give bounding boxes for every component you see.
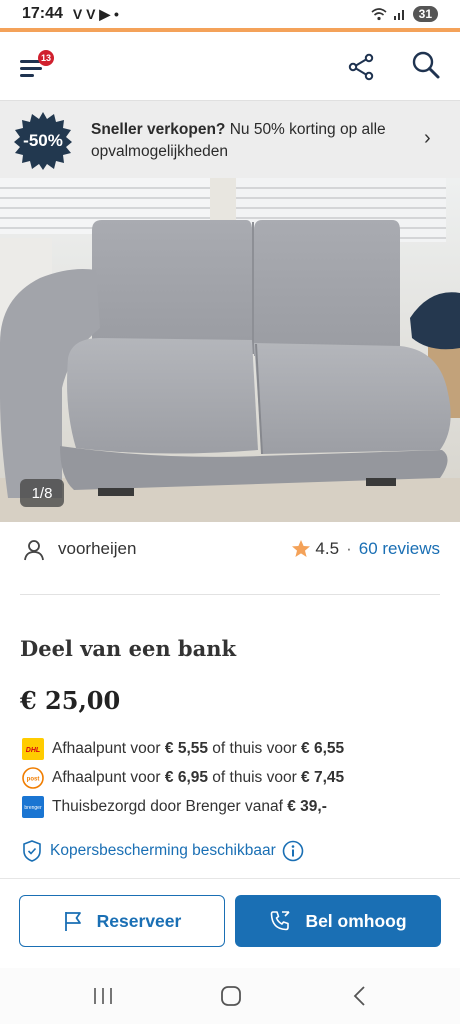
svg-text:brenger: brenger	[24, 805, 42, 811]
user-icon	[24, 540, 44, 561]
discount-badge-label: -50%	[23, 131, 63, 150]
shipping-text: Thuisbezorgd door Brenger vanaf € 39,-	[52, 798, 327, 816]
reserve-button[interactable]: Reserveer	[19, 895, 225, 947]
shipping-option-brenger: brenger Thuisbezorgd door Brenger vanaf …	[22, 794, 452, 820]
shipping-pre: Afhaalpunt voor	[52, 769, 165, 786]
divider	[0, 878, 460, 879]
wifi-icon	[371, 8, 387, 21]
photo-counter: 1/8	[20, 479, 64, 507]
shipping-option-postnl: post Afhaalpunt voor € 6,95 of thuis voo…	[22, 765, 452, 791]
brenger-icon: brenger	[22, 796, 44, 818]
reviews-link[interactable]: 60 reviews	[359, 539, 440, 559]
star-icon	[292, 540, 311, 557]
svg-text:post: post	[27, 777, 40, 783]
promo-text: Sneller verkopen? Nu 50% korting op alle…	[91, 119, 411, 163]
seller-row[interactable]: voorheijen 4.5 · 60 reviews	[0, 530, 460, 572]
shipping-text: Afhaalpunt voor € 6,95 of thuis voor € 7…	[52, 769, 344, 787]
shipping-mid: of thuis voor	[208, 740, 302, 757]
product-photo[interactable]	[0, 178, 460, 522]
shipping-price-pickup: € 6,95	[164, 769, 208, 786]
notification-icons: V V ▶ •	[72, 5, 119, 22]
notification-badge: 13	[38, 50, 54, 66]
recent-apps-icon[interactable]	[92, 986, 114, 1006]
menu-icon-bar	[20, 74, 34, 77]
system-nav-bar	[0, 968, 460, 1024]
status-time: 17:44	[22, 5, 63, 22]
listing-price: € 25,00	[20, 686, 121, 715]
promo-bold: Sneller verkopen?	[91, 121, 226, 138]
shipping-price: € 39,-	[287, 798, 327, 815]
home-icon[interactable]	[220, 985, 242, 1007]
dhl-icon: DHL	[22, 738, 44, 760]
buyer-protection-label: Kopersbescherming beschikbaar	[50, 842, 276, 859]
system-icons: 31	[371, 6, 438, 22]
battery-indicator: 31	[412, 6, 438, 22]
promo-banner[interactable]: -50% Sneller verkopen? Nu 50% korting op…	[0, 100, 460, 178]
menu-icon-bar	[20, 67, 42, 70]
shipping-pre: Thuisbezorgd door Brenger vanaf	[52, 798, 288, 815]
shipping-price-home: € 7,45	[301, 769, 345, 786]
postnl-icon: post	[22, 767, 44, 789]
call-button[interactable]: Bel omhoog	[235, 895, 441, 947]
app-header: 13	[0, 32, 460, 100]
seller-rating[interactable]: 4.5 · 60 reviews	[291, 539, 440, 559]
flag-icon	[64, 912, 81, 931]
listing-title: Deel van een bank	[20, 636, 237, 661]
divider	[20, 594, 440, 595]
rating-value: 4.5	[315, 539, 340, 558]
sofa-image	[0, 178, 460, 522]
info-icon[interactable]	[282, 840, 304, 862]
chevron-right-icon: ›	[424, 127, 431, 149]
reserve-button-label: Reserveer	[96, 910, 182, 931]
call-button-label: Bel omhoog	[305, 910, 407, 931]
seller-name[interactable]: voorheijen	[58, 539, 136, 559]
shipping-pre: Afhaalpunt voor	[52, 740, 165, 757]
svg-text:DHL: DHL	[26, 747, 40, 754]
phone-icon	[271, 911, 291, 931]
search-icon[interactable]	[410, 50, 442, 82]
status-bar: 17:44 V V ▶ • 31	[0, 0, 460, 28]
shipping-option-dhl: DHL Afhaalpunt voor € 5,55 of thuis voor…	[22, 736, 452, 762]
menu-button[interactable]: 13	[20, 50, 54, 82]
signal-icon	[393, 10, 404, 20]
shipping-mid: of thuis voor	[208, 769, 302, 786]
shipping-text: Afhaalpunt voor € 5,55 of thuis voor € 6…	[52, 740, 344, 758]
share-icon[interactable]	[346, 52, 376, 82]
shield-icon	[23, 840, 41, 862]
shipping-price-home: € 6,55	[301, 740, 345, 757]
buyer-protection[interactable]: Kopersbescherming beschikbaar	[22, 838, 304, 864]
rating-separator: ·	[346, 539, 352, 558]
shipping-price-pickup: € 5,55	[164, 740, 208, 757]
back-icon[interactable]	[350, 985, 370, 1007]
